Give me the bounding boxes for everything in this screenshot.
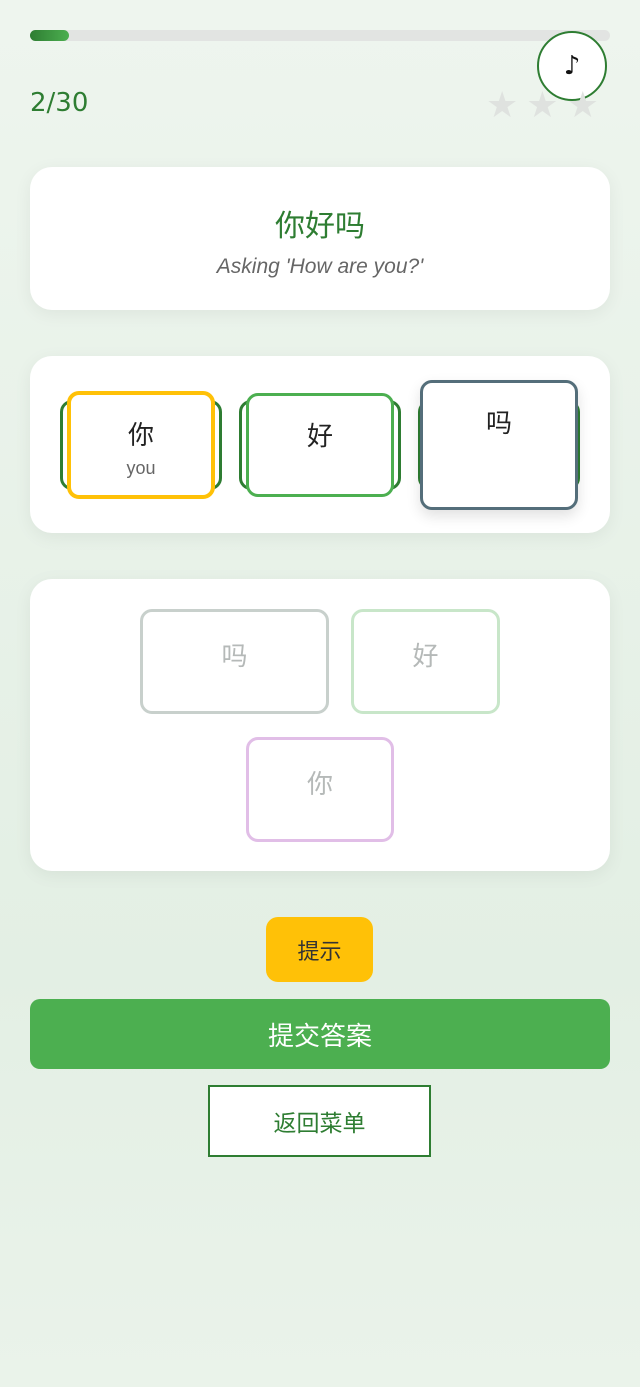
progress-counter: 2/30 [30, 88, 89, 118]
tile-hanzi: 你 [306, 770, 333, 800]
hint-button[interactable]: 提示 [266, 917, 373, 982]
star-rating: ★ ★ ★ [486, 88, 599, 124]
prompt-card: 你好吗 Asking 'How are you?' [30, 167, 610, 310]
answer-tile[interactable]: 你 you [67, 391, 215, 499]
star-icon: ★ [526, 85, 559, 126]
word-bank-tile[interactable]: 好 [351, 609, 500, 714]
star-icon: ★ [486, 85, 519, 126]
word-bank-tile[interactable]: 你 [246, 737, 394, 842]
submit-answer-button[interactable]: 提交答案 [30, 999, 610, 1069]
tile-hanzi: 吗 [221, 642, 248, 672]
progress-fill [30, 30, 69, 41]
prompt-hanzi: 你好吗 [275, 209, 365, 244]
answer-area: 你 you 好 吗 [30, 356, 610, 533]
music-note-icon: ♪ [563, 51, 581, 81]
answer-tile-dragging[interactable]: 吗 [420, 380, 578, 510]
tile-hanzi: 好 [306, 422, 333, 452]
word-bank-tile[interactable]: 吗 [140, 609, 329, 714]
tile-pinyin: you [126, 458, 156, 478]
answer-tile[interactable]: 好 [246, 393, 394, 497]
word-bank: 吗 好 你 [30, 579, 610, 871]
back-to-menu-button[interactable]: 返回菜单 [208, 1085, 431, 1157]
prompt-meaning: Asking 'How are you?' [216, 255, 424, 278]
progress-bar [30, 30, 610, 41]
tile-hanzi: 吗 [485, 409, 512, 439]
tile-hanzi: 好 [412, 642, 439, 672]
tile-hanzi: 你 [127, 421, 154, 451]
star-icon: ★ [566, 85, 599, 126]
